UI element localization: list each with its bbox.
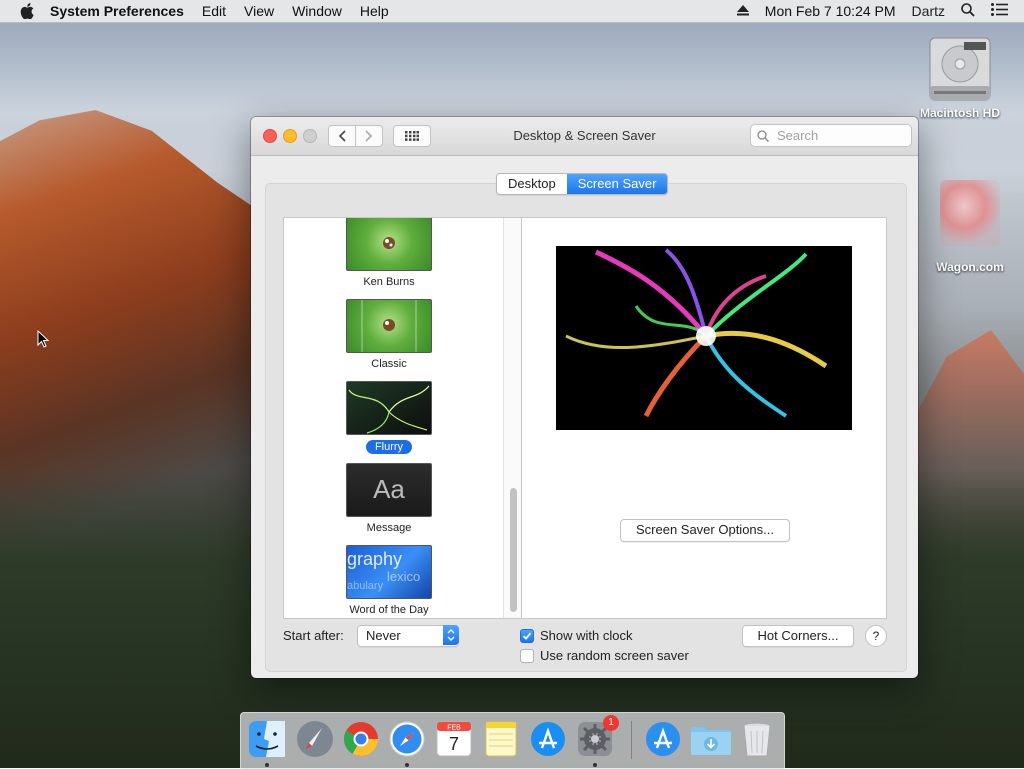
saver-label-selected: Flurry [365, 440, 413, 454]
dock-applications-folder[interactable] [643, 719, 683, 759]
scrollbar-thumb[interactable] [510, 488, 517, 612]
popup-arrows-icon [443, 625, 459, 645]
trash-icon [743, 722, 771, 757]
preview-panel: Screen Saver Options... [521, 217, 887, 619]
dock-calendar[interactable]: FEB 7 [434, 719, 474, 759]
dock-downloads-folder[interactable] [689, 719, 731, 759]
bottom-controls: Start after: Never Show with clock Use r… [251, 625, 918, 675]
list-item[interactable]: Flurry [284, 381, 494, 454]
dock-finder[interactable] [247, 719, 287, 767]
eject-icon[interactable] [736, 3, 749, 19]
saver-label: Message [366, 522, 412, 534]
tab-switcher: Desktop Screen Saver [496, 173, 669, 195]
menu-view[interactable]: View [244, 3, 274, 19]
checkmark-icon [522, 632, 532, 640]
thumb-word: lexico [387, 569, 421, 584]
notification-center-icon[interactable] [991, 3, 1008, 19]
dock: FEB 7 1 [240, 712, 785, 769]
word-of-the-day-thumbnail: graphy lexico abulary [346, 545, 432, 599]
saver-label: Word of the Day [349, 604, 429, 616]
window-titlebar[interactable]: Desktop & Screen Saver [251, 117, 918, 156]
apple-menu-icon[interactable] [20, 3, 36, 19]
checkbox-label: Show with clock [540, 628, 633, 643]
flurry-preview [556, 246, 852, 430]
thumb-word: graphy [347, 549, 403, 569]
dock-notes[interactable] [481, 719, 521, 759]
tab-screen-saver[interactable]: Screen Saver [566, 174, 668, 194]
dock-system-preferences[interactable]: 1 [575, 715, 619, 767]
menu-bar: System Preferences Edit View Window Help… [0, 0, 1024, 23]
running-indicator [593, 763, 597, 767]
list-item[interactable]: graphy lexico abulary Word of the Day [284, 545, 494, 616]
desktop-icon-label: Wagon.com [936, 260, 1004, 274]
calendar-day: 7 [449, 734, 459, 754]
webloc-file-icon [940, 180, 1000, 246]
menu-clock[interactable]: Mon Feb 7 10:24 PM [765, 3, 896, 19]
desktop-icon-label: Macintosh HD [919, 106, 1000, 120]
desktop-icon-wagon[interactable]: Wagon.com [916, 180, 1024, 274]
flurry-thumbnail [346, 381, 432, 435]
preferences-window: Desktop & Screen Saver Desktop Screen Sa… [251, 117, 918, 678]
notes-icon [485, 721, 517, 757]
hot-corners-button[interactable]: Hot Corners... [742, 625, 854, 647]
calendar-month: FEB [447, 725, 461, 732]
menu-edit[interactable]: Edit [202, 3, 226, 19]
list-item[interactable]: Aa Message [284, 463, 494, 534]
checkbox-unchecked[interactable] [520, 648, 534, 663]
saver-label: Classic [371, 358, 407, 370]
applications-folder-icon [646, 722, 680, 756]
spotlight-search-icon[interactable] [961, 2, 975, 20]
random-saver-checkbox[interactable]: Use random screen saver [520, 648, 689, 663]
dock-safari[interactable] [387, 719, 427, 767]
app-store-icon [531, 722, 565, 756]
start-after-value: Never [366, 628, 401, 643]
menu-window[interactable]: Window [292, 3, 342, 19]
dock-app-store[interactable] [528, 719, 568, 759]
chrome-icon [344, 722, 378, 756]
checkbox-checked[interactable] [520, 628, 534, 643]
search-field[interactable] [750, 124, 912, 147]
start-after-label: Start after: [283, 628, 344, 643]
screen-saver-list[interactable]: Ken Burns Classic Flurry Aa Message grap… [283, 217, 522, 619]
folder-icon [691, 727, 731, 755]
search-input[interactable] [775, 127, 899, 144]
thumb-word: abulary [347, 580, 384, 592]
tab-desktop[interactable]: Desktop [497, 174, 567, 194]
running-indicator [405, 763, 409, 767]
list-scrollbar[interactable] [503, 218, 521, 618]
dock-launchpad[interactable] [295, 719, 335, 759]
dock-chrome[interactable] [341, 719, 381, 759]
message-thumbnail: Aa [346, 463, 432, 517]
calendar-icon: FEB 7 [436, 721, 472, 757]
start-after-select[interactable]: Never [357, 625, 459, 647]
menu-help[interactable]: Help [360, 3, 389, 19]
saver-label: Ken Burns [363, 276, 415, 288]
menu-user[interactable]: Dartz [912, 3, 945, 19]
dock-trash[interactable] [737, 719, 777, 759]
menu-app-name[interactable]: System Preferences [50, 3, 184, 19]
desktop-icon-macintosh-hd[interactable]: Macintosh HD [916, 34, 1004, 120]
running-indicator [265, 763, 269, 767]
checkbox-label: Use random screen saver [540, 648, 689, 663]
hard-drive-icon [924, 34, 996, 106]
compass-icon [389, 721, 425, 757]
list-item[interactable]: Ken Burns [284, 218, 494, 288]
list-item[interactable]: Classic [284, 299, 494, 370]
show-with-clock-checkbox[interactable]: Show with clock [520, 628, 632, 643]
search-icon [757, 129, 769, 142]
rocket-icon [297, 721, 333, 757]
menu-extras: Mon Feb 7 10:24 PM Dartz [736, 0, 1024, 22]
ken-burns-thumbnail [346, 218, 432, 271]
notification-badge: 1 [603, 715, 619, 731]
help-button[interactable]: ? [865, 625, 887, 647]
classic-thumbnail [346, 299, 432, 353]
screen-saver-options-button[interactable]: Screen Saver Options... [620, 519, 790, 542]
finder-icon [249, 721, 285, 757]
dock-separator [631, 721, 632, 759]
mouse-cursor-icon [37, 329, 50, 351]
